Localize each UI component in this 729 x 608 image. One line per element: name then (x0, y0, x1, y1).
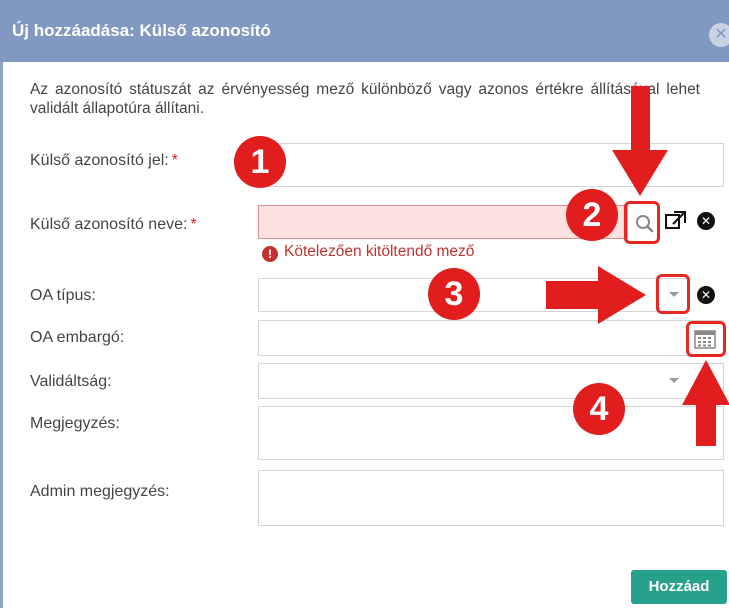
arrow-right-icon (546, 266, 646, 324)
arrow-down-icon (612, 86, 668, 196)
dialog: Új hozzáadása: Külső azonosító ✕ Az azon… (0, 0, 729, 608)
arrow-up-icon (682, 360, 729, 446)
annotation-arrows (546, 86, 729, 446)
